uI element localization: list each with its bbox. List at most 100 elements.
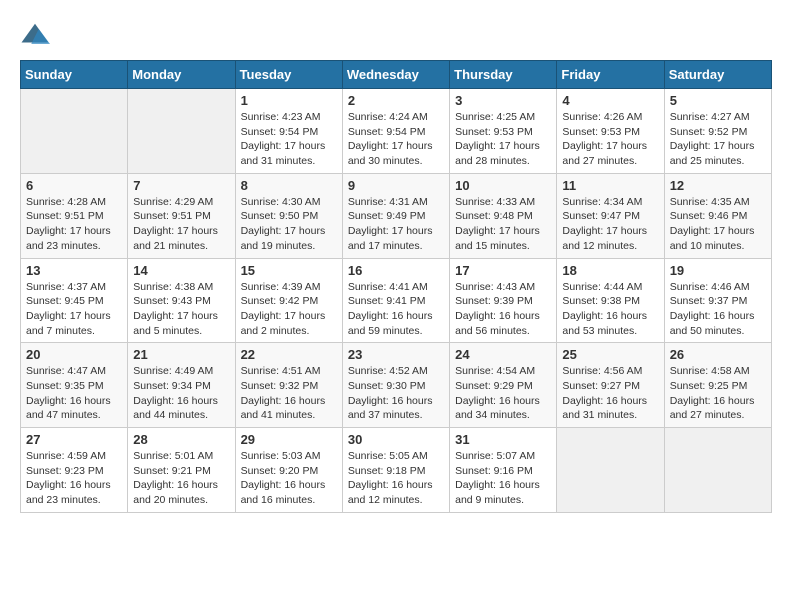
day-cell: 15 Sunrise: 4:39 AM Sunset: 9:42 PM Dayli… xyxy=(235,258,342,343)
day-number: 16 xyxy=(348,263,444,278)
day-cell: 21 Sunrise: 4:49 AM Sunset: 9:34 PM Dayli… xyxy=(128,343,235,428)
day-info: Sunrise: 4:46 AM Sunset: 9:37 PM Dayligh… xyxy=(670,280,766,339)
week-row-2: 6 Sunrise: 4:28 AM Sunset: 9:51 PM Daylig… xyxy=(21,173,772,258)
day-info: Sunrise: 4:29 AM Sunset: 9:51 PM Dayligh… xyxy=(133,195,229,254)
calendar-body: 1Sunrise: 4:23 AM Sunset: 9:54 PM Daylig… xyxy=(21,89,772,513)
day-info: Sunrise: 5:05 AM Sunset: 9:18 PM Dayligh… xyxy=(348,449,444,508)
day-info: Sunrise: 4:28 AM Sunset: 9:51 PM Dayligh… xyxy=(26,195,122,254)
day-cell: 14 Sunrise: 4:38 AM Sunset: 9:43 PM Dayli… xyxy=(128,258,235,343)
day-info: Sunrise: 4:49 AM Sunset: 9:34 PM Dayligh… xyxy=(133,364,229,423)
day-cell: 12Sunrise: 4:35 AM Sunset: 9:46 PM Dayli… xyxy=(664,173,771,258)
day-cell: 19 Sunrise: 4:46 AM Sunset: 9:37 PM Dayli… xyxy=(664,258,771,343)
day-info: Sunrise: 4:25 AM Sunset: 9:53 PM Dayligh… xyxy=(455,110,551,169)
week-row-3: 13Sunrise: 4:37 AM Sunset: 9:45 PM Dayli… xyxy=(21,258,772,343)
day-number: 19 xyxy=(670,263,766,278)
day-number: 25 xyxy=(562,347,658,362)
day-info: Sunrise: 5:07 AM Sunset: 9:16 PM Dayligh… xyxy=(455,449,551,508)
calendar-table: SundayMondayTuesdayWednesdayThursdayFrid… xyxy=(20,60,772,513)
day-info: Sunrise: 4:54 AM Sunset: 9:29 PM Dayligh… xyxy=(455,364,551,423)
day-info: Sunrise: 4:44 AM Sunset: 9:38 PM Dayligh… xyxy=(562,280,658,339)
day-cell xyxy=(664,428,771,513)
day-cell: 10 Sunrise: 4:33 AM Sunset: 9:48 PM Dayli… xyxy=(450,173,557,258)
day-number: 30 xyxy=(348,432,444,447)
day-number: 31 xyxy=(455,432,551,447)
day-cell xyxy=(21,89,128,174)
day-number: 9 xyxy=(348,178,444,193)
day-number: 2 xyxy=(348,93,444,108)
day-cell: 20Sunrise: 4:47 AM Sunset: 9:35 PM Dayli… xyxy=(21,343,128,428)
day-cell xyxy=(557,428,664,513)
day-number: 22 xyxy=(241,347,337,362)
day-cell: 29 Sunrise: 5:03 AM Sunset: 9:20 PM Dayli… xyxy=(235,428,342,513)
column-header-sunday: Sunday xyxy=(21,61,128,89)
day-number: 29 xyxy=(241,432,337,447)
day-cell: 30 Sunrise: 5:05 AM Sunset: 9:18 PM Dayli… xyxy=(342,428,449,513)
day-cell: 28 Sunrise: 5:01 AM Sunset: 9:21 PM Dayli… xyxy=(128,428,235,513)
day-info: Sunrise: 5:01 AM Sunset: 9:21 PM Dayligh… xyxy=(133,449,229,508)
day-info: Sunrise: 4:23 AM Sunset: 9:54 PM Dayligh… xyxy=(241,110,337,169)
day-number: 11 xyxy=(562,178,658,193)
logo xyxy=(20,20,54,50)
day-info: Sunrise: 4:35 AM Sunset: 9:46 PM Dayligh… xyxy=(670,195,766,254)
day-cell: 9 Sunrise: 4:31 AM Sunset: 9:49 PM Daylig… xyxy=(342,173,449,258)
day-cell: 22Sunrise: 4:51 AM Sunset: 9:32 PM Dayli… xyxy=(235,343,342,428)
day-cell: 6 Sunrise: 4:28 AM Sunset: 9:51 PM Daylig… xyxy=(21,173,128,258)
day-info: Sunrise: 4:26 AM Sunset: 9:53 PM Dayligh… xyxy=(562,110,658,169)
day-info: Sunrise: 4:47 AM Sunset: 9:35 PM Dayligh… xyxy=(26,364,122,423)
column-header-thursday: Thursday xyxy=(450,61,557,89)
day-info: Sunrise: 4:33 AM Sunset: 9:48 PM Dayligh… xyxy=(455,195,551,254)
day-number: 7 xyxy=(133,178,229,193)
day-number: 21 xyxy=(133,347,229,362)
column-header-tuesday: Tuesday xyxy=(235,61,342,89)
column-header-monday: Monday xyxy=(128,61,235,89)
day-info: Sunrise: 5:03 AM Sunset: 9:20 PM Dayligh… xyxy=(241,449,337,508)
day-number: 5 xyxy=(670,93,766,108)
day-number: 13 xyxy=(26,263,122,278)
day-number: 8 xyxy=(241,178,337,193)
page-header xyxy=(20,20,772,50)
day-info: Sunrise: 4:58 AM Sunset: 9:25 PM Dayligh… xyxy=(670,364,766,423)
day-info: Sunrise: 4:38 AM Sunset: 9:43 PM Dayligh… xyxy=(133,280,229,339)
day-info: Sunrise: 4:41 AM Sunset: 9:41 PM Dayligh… xyxy=(348,280,444,339)
day-cell: 23 Sunrise: 4:52 AM Sunset: 9:30 PM Dayli… xyxy=(342,343,449,428)
day-info: Sunrise: 4:59 AM Sunset: 9:23 PM Dayligh… xyxy=(26,449,122,508)
day-cell: 27 Sunrise: 4:59 AM Sunset: 9:23 PM Dayli… xyxy=(21,428,128,513)
day-cell: 26 Sunrise: 4:58 AM Sunset: 9:25 PM Dayli… xyxy=(664,343,771,428)
day-number: 18 xyxy=(562,263,658,278)
day-info: Sunrise: 4:52 AM Sunset: 9:30 PM Dayligh… xyxy=(348,364,444,423)
day-number: 17 xyxy=(455,263,551,278)
day-number: 15 xyxy=(241,263,337,278)
day-number: 14 xyxy=(133,263,229,278)
week-row-1: 1Sunrise: 4:23 AM Sunset: 9:54 PM Daylig… xyxy=(21,89,772,174)
day-cell: 1Sunrise: 4:23 AM Sunset: 9:54 PM Daylig… xyxy=(235,89,342,174)
day-info: Sunrise: 4:30 AM Sunset: 9:50 PM Dayligh… xyxy=(241,195,337,254)
day-cell: 16 Sunrise: 4:41 AM Sunset: 9:41 PM Dayli… xyxy=(342,258,449,343)
day-number: 6 xyxy=(26,178,122,193)
day-cell: 24Sunrise: 4:54 AM Sunset: 9:29 PM Dayli… xyxy=(450,343,557,428)
day-cell: 31 Sunrise: 5:07 AM Sunset: 9:16 PM Dayli… xyxy=(450,428,557,513)
day-number: 10 xyxy=(455,178,551,193)
logo-icon xyxy=(20,20,50,50)
day-info: Sunrise: 4:24 AM Sunset: 9:54 PM Dayligh… xyxy=(348,110,444,169)
day-cell: 11Sunrise: 4:34 AM Sunset: 9:47 PM Dayli… xyxy=(557,173,664,258)
day-cell: 13Sunrise: 4:37 AM Sunset: 9:45 PM Dayli… xyxy=(21,258,128,343)
day-cell: 18 Sunrise: 4:44 AM Sunset: 9:38 PM Dayli… xyxy=(557,258,664,343)
week-row-4: 20Sunrise: 4:47 AM Sunset: 9:35 PM Dayli… xyxy=(21,343,772,428)
day-number: 26 xyxy=(670,347,766,362)
day-number: 3 xyxy=(455,93,551,108)
day-number: 27 xyxy=(26,432,122,447)
day-cell xyxy=(128,89,235,174)
day-cell: 2 Sunrise: 4:24 AM Sunset: 9:54 PM Daylig… xyxy=(342,89,449,174)
day-number: 28 xyxy=(133,432,229,447)
day-cell: 5 Sunrise: 4:27 AM Sunset: 9:52 PM Daylig… xyxy=(664,89,771,174)
day-info: Sunrise: 4:27 AM Sunset: 9:52 PM Dayligh… xyxy=(670,110,766,169)
calendar-header: SundayMondayTuesdayWednesdayThursdayFrid… xyxy=(21,61,772,89)
day-info: Sunrise: 4:56 AM Sunset: 9:27 PM Dayligh… xyxy=(562,364,658,423)
day-cell: 8 Sunrise: 4:30 AM Sunset: 9:50 PM Daylig… xyxy=(235,173,342,258)
column-header-saturday: Saturday xyxy=(664,61,771,89)
day-info: Sunrise: 4:31 AM Sunset: 9:49 PM Dayligh… xyxy=(348,195,444,254)
day-info: Sunrise: 4:39 AM Sunset: 9:42 PM Dayligh… xyxy=(241,280,337,339)
day-number: 23 xyxy=(348,347,444,362)
week-row-5: 27 Sunrise: 4:59 AM Sunset: 9:23 PM Dayli… xyxy=(21,428,772,513)
day-cell: 3 Sunrise: 4:25 AM Sunset: 9:53 PM Daylig… xyxy=(450,89,557,174)
